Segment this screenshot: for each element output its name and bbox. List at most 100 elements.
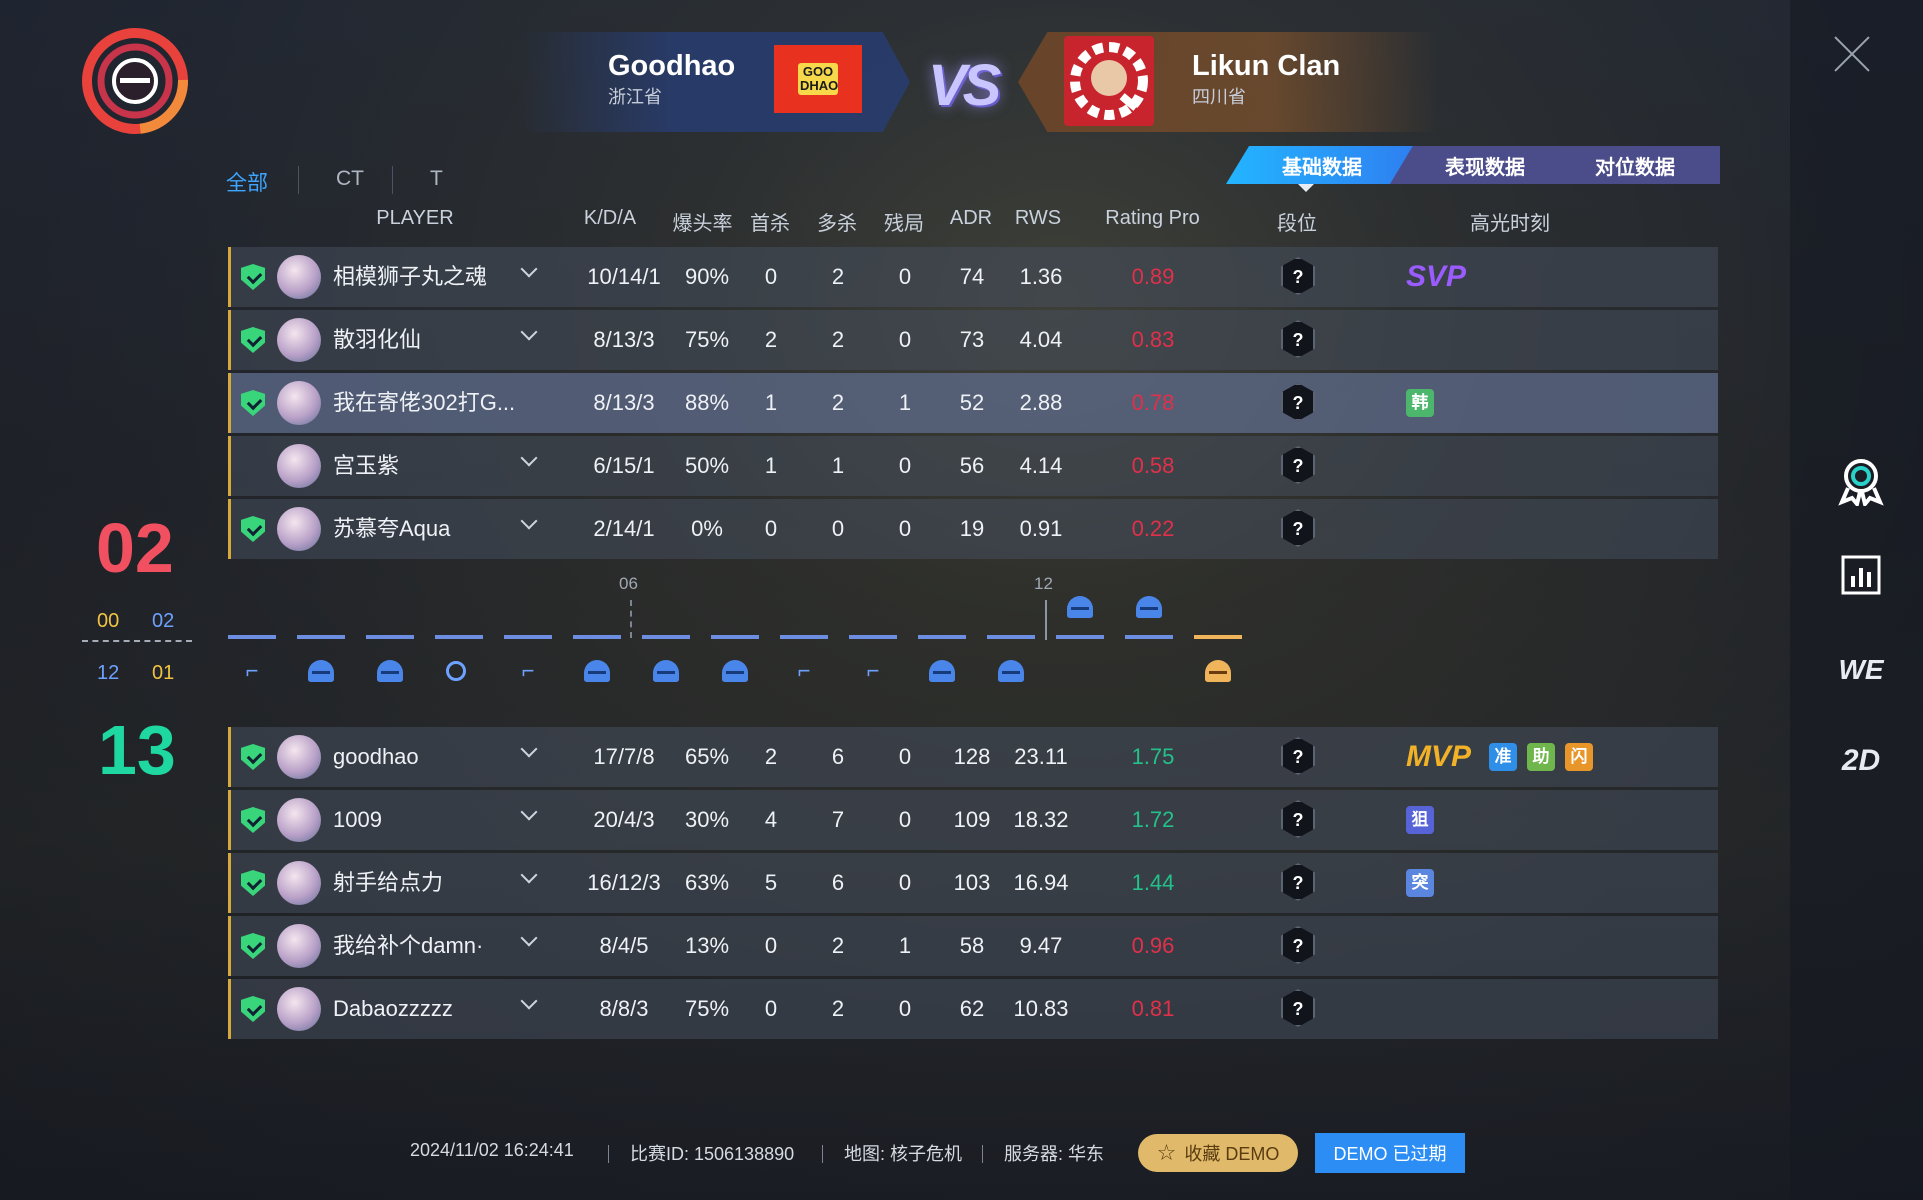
bomb-icon[interactable] (446, 661, 466, 681)
player-name[interactable]: 苏慕夸Aqua (333, 499, 533, 559)
favorite-demo-button[interactable]: ☆ 收藏 DEMO (1138, 1134, 1298, 1172)
stats-chart-icon[interactable] (1836, 550, 1886, 600)
adr: 58 (959, 933, 985, 958)
defuse-kit-icon[interactable]: ⌐ (239, 660, 265, 682)
player-name[interactable]: Dabaozzzzz (333, 979, 533, 1039)
rws: 2.88 (1019, 390, 1063, 415)
avatar[interactable] (277, 507, 321, 551)
headshot-rate: 88% (684, 390, 730, 415)
player-name[interactable]: 散羽化仙 (333, 310, 533, 370)
headshot-rate: 65% (684, 744, 730, 769)
2d-button[interactable]: 2D (1836, 736, 1886, 786)
close-icon[interactable] (1832, 34, 1872, 74)
team-left-logo: GOO DHAO (774, 45, 862, 113)
player-row[interactable]: 散羽化仙 8/13/3 75% 2 2 0 73 4.04 0.83? (228, 310, 1718, 370)
avatar[interactable] (277, 798, 321, 842)
score-divider (82, 640, 192, 642)
rank-icon: ? (1281, 509, 1315, 547)
adr: 73 (959, 327, 985, 352)
match-server: 服务器: 华东 (1004, 1144, 1105, 1164)
player-row[interactable]: 1009 20/4/3 30% 4 7 0 109 18.32 1.72? 狙 (228, 790, 1718, 850)
player-row[interactable]: 射手给点力 16/12/3 63% 5 6 0 103 16.94 1.44? 突 (228, 853, 1718, 913)
rank-icon: ? (1281, 800, 1315, 838)
player-name[interactable]: 宫玉紫 (333, 436, 533, 496)
rws: 4.04 (1019, 327, 1063, 352)
avatar[interactable] (277, 381, 321, 425)
player-name[interactable]: 我在寄佬302打G... (333, 373, 533, 433)
avatar[interactable] (277, 318, 321, 362)
highlight-tag: 准 (1489, 743, 1517, 771)
ct-helmet-icon[interactable] (1136, 596, 1162, 618)
team-left-info: Goodhao 浙江省 (608, 50, 735, 109)
player-row[interactable]: goodhao 17/7/8 65% 2 6 0 128 23.11 1.75? MVP 准助闪 (228, 727, 1718, 787)
tab-all[interactable]: 全部 (226, 167, 268, 197)
ct-helmet-icon[interactable] (929, 660, 955, 682)
player-name[interactable]: 射手给点力 (333, 853, 533, 913)
defuse-kit-icon[interactable]: ⌐ (860, 660, 886, 682)
player-row[interactable]: 我在寄佬302打G... 8/13/3 88% 1 2 1 52 2.88 0.78? 韩 (228, 373, 1718, 433)
headshot-rate: 30% (684, 807, 730, 832)
ct-helmet-icon[interactable] (584, 660, 610, 682)
avatar[interactable] (277, 861, 321, 905)
player-name[interactable]: goodhao (333, 727, 533, 787)
avatar[interactable] (277, 255, 321, 299)
adr: 62 (959, 996, 985, 1021)
kda: 8/8/3 (599, 996, 649, 1021)
player-row[interactable]: Dabaozzzzz 8/8/3 75% 0 2 0 62 10.83 0.81? (228, 979, 1718, 1039)
rws: 18.32 (1013, 807, 1069, 832)
demo-expired-button[interactable]: DEMO 已过期 (1315, 1133, 1465, 1173)
rating-pro: 0.89 (1131, 264, 1175, 289)
avatar[interactable] (277, 924, 321, 968)
player-name[interactable]: 1009 (333, 790, 533, 850)
rating-pro: 0.96 (1131, 933, 1175, 958)
kda: 8/13/3 (593, 327, 655, 352)
kda: 6/15/1 (593, 453, 655, 478)
team-left-name: Goodhao (608, 50, 736, 82)
multi-kills: 2 (831, 264, 845, 289)
we-button[interactable]: WE (1836, 645, 1886, 695)
medal-icon[interactable] (1836, 456, 1886, 506)
tab-performance-data[interactable]: 表现数据 (1390, 146, 1580, 184)
rating-pro: 1.44 (1131, 870, 1175, 895)
ct-helmet-icon[interactable] (308, 660, 334, 682)
star-icon: ☆ (1156, 1140, 1177, 1165)
player-row[interactable]: 我给补个damn· 8/4/5 13% 0 2 1 58 9.47 0.96? (228, 916, 1718, 976)
ct-helmet-icon[interactable] (998, 660, 1024, 682)
tab-t[interactable]: T (430, 167, 443, 191)
kda: 2/14/1 (593, 516, 655, 541)
avatar[interactable] (277, 444, 321, 488)
adr: 109 (953, 807, 991, 832)
player-row[interactable]: 宫玉紫 6/15/1 50% 1 1 0 56 4.14 0.58? (228, 436, 1718, 496)
divider (608, 1145, 609, 1163)
rws: 23.11 (1014, 744, 1068, 769)
tab-basic-data[interactable]: 基础数据 (1226, 146, 1418, 184)
round-bar (711, 635, 759, 639)
col-player: PLAYER (376, 207, 454, 229)
round-bar (1056, 635, 1104, 639)
defuse-kit-icon[interactable]: ⌐ (791, 660, 817, 682)
player-row[interactable]: 相模狮子丸之魂 10/14/1 90% 0 2 0 74 1.36 0.89? SVP (228, 247, 1718, 307)
player-name[interactable]: 我给补个damn· (333, 916, 533, 976)
multi-kills: 2 (831, 933, 845, 958)
player-row[interactable]: 苏慕夸Aqua 2/14/1 0% 0 0 0 19 0.91 0.22? (228, 499, 1718, 559)
defuse-kit-icon[interactable]: ⌐ (515, 660, 541, 682)
verified-shield-icon (241, 390, 265, 416)
half-marker (630, 600, 632, 638)
tab-matchup-data[interactable]: 对位数据 (1550, 146, 1720, 184)
ct-helmet-icon[interactable] (377, 660, 403, 682)
adr: 52 (959, 390, 985, 415)
verified-shield-icon (241, 264, 265, 290)
round-bar (1194, 635, 1242, 639)
ct-helmet-icon[interactable] (653, 660, 679, 682)
tab-ct[interactable]: CT (336, 167, 364, 191)
avatar[interactable] (277, 735, 321, 779)
player-name[interactable]: 相模狮子丸之魂 (333, 247, 533, 307)
ct-helmet-icon[interactable] (722, 660, 748, 682)
avatar[interactable] (277, 987, 321, 1031)
col-highlights: 高光时刻 (1470, 213, 1550, 235)
t-helmet-icon[interactable] (1205, 660, 1231, 682)
first-kills: 4 (764, 807, 778, 832)
first-kills: 2 (764, 744, 778, 769)
first-kills: 1 (764, 453, 778, 478)
ct-helmet-icon[interactable] (1067, 596, 1093, 618)
